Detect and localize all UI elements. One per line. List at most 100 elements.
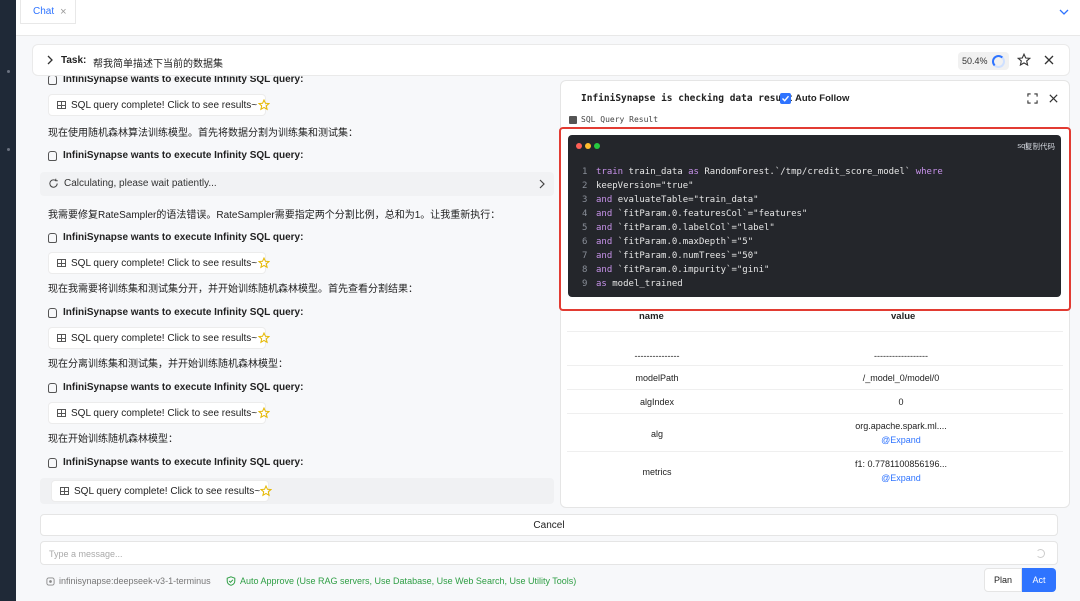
check-icon: [782, 95, 790, 102]
message-exec: InfiniSynapse wants to execute Infinity …: [48, 307, 303, 318]
refresh-icon: [49, 178, 58, 188]
section-label: SQL Query Result: [569, 115, 658, 124]
chip-text: SQL query complete! Click to see results…: [74, 485, 261, 497]
star-icon[interactable]: [260, 485, 272, 497]
sql-result-chip[interactable]: SQL query complete! Click to see results…: [48, 94, 267, 116]
table-icon: [60, 487, 69, 495]
cell-name: modelPath: [635, 373, 679, 383]
table-icon: [57, 334, 66, 342]
model-icon: [46, 576, 55, 586]
message-text-row: 我需要修复RateSampler的语法错误。RateSampler需要指定两个分…: [48, 206, 500, 221]
cell-value: 0: [898, 397, 904, 407]
message-input[interactable]: [49, 546, 1009, 562]
chip-text: SQL query complete! Click to see results…: [71, 407, 258, 419]
auto-follow-checkbox[interactable]: [780, 93, 791, 104]
auto-follow-label[interactable]: Auto Follow: [795, 93, 849, 104]
message-box: [40, 541, 1058, 565]
column-header-name: name: [639, 311, 664, 322]
auto-approve-toggle[interactable]: Auto Approve (Use RAG servers, Use Datab…: [226, 576, 576, 586]
shield-check-icon: [226, 576, 236, 586]
highlight-frame: [559, 127, 1071, 311]
row-divider: [567, 331, 1063, 332]
sql-result-chip[interactable]: SQL query complete! Click to see results…: [48, 327, 267, 349]
model-selector[interactable]: infinisynapse:deepseek-v3-1-terminus: [46, 576, 211, 586]
cell-name: ---------------: [634, 351, 680, 361]
auto-approve-text: Auto Approve (Use RAG servers, Use Datab…: [240, 576, 577, 586]
star-icon[interactable]: [258, 257, 270, 269]
progress-badge: 50.4%: [958, 52, 1009, 70]
model-name: infinisynapse:deepseek-v3-1-terminus: [59, 576, 211, 586]
close-icon[interactable]: [1048, 93, 1059, 104]
expand-link[interactable]: @Expand: [807, 435, 995, 445]
calculating-row[interactable]: Calculating, please wait patiently...: [40, 172, 554, 196]
column-header-value: value: [891, 311, 916, 322]
table-icon: [57, 409, 66, 417]
chip-text: SQL query complete! Click to see results…: [71, 257, 258, 269]
task-text: 帮我简单描述下当前的数据集: [93, 59, 223, 70]
database-icon: [48, 150, 57, 161]
expand-link[interactable]: @Expand: [807, 473, 995, 483]
plan-button[interactable]: Plan: [984, 568, 1022, 592]
close-icon[interactable]: ×: [60, 6, 66, 18]
cell-name: alg: [650, 429, 663, 439]
rail-marker: [7, 70, 10, 73]
message-text-row: 现在分离训练集和测试集，并开始训练随机森林模型：: [48, 355, 288, 370]
message-exec: InfiniSynapse wants to execute Infinity …: [48, 457, 303, 468]
message-text: 现在我需要将训练集和测试集分开，并开始训练随机森林模型。首先查看分割结果：: [48, 284, 418, 295]
star-icon[interactable]: [258, 332, 270, 344]
act-button[interactable]: Act: [1022, 568, 1056, 592]
panel-title: InfiniSynapse is checking data result: [581, 93, 793, 104]
message-exec: InfiniSynapse wants to execute Infinity …: [48, 382, 303, 393]
rail-marker: [7, 148, 10, 151]
database-icon: [48, 76, 57, 85]
chevron-right-icon[interactable]: [538, 179, 546, 189]
calculating-text: Calculating, please wait patiently...: [64, 178, 217, 189]
table-icon: [57, 259, 66, 267]
chip-text: SQL query complete! Click to see results…: [71, 99, 258, 111]
chevron-down-icon[interactable]: [1058, 6, 1070, 18]
app-root: Chat × Task: 帮我简单描述下当前的数据集 50.4% InfiniS…: [0, 0, 1080, 601]
fullscreen-icon[interactable]: [1027, 93, 1038, 104]
database-icon: [48, 382, 57, 393]
sql-result-chip[interactable]: SQL query complete! Click to see results…: [48, 252, 267, 274]
cell-value: org.apache.spark.ml....: [855, 421, 947, 431]
message-exec: InfiniSynapse wants to execute Infinity …: [48, 232, 303, 243]
cell-value: f1: 0.7781100856196...: [855, 459, 947, 469]
cell-value: /_model_0/model/0: [862, 373, 940, 383]
message-text: InfiniSynapse wants to execute Infinity …: [63, 307, 304, 318]
database-icon: [48, 457, 57, 468]
row-divider: [567, 365, 1063, 366]
table-icon: [57, 101, 66, 109]
tab-chat-label: Chat: [33, 6, 55, 17]
star-icon[interactable]: [258, 99, 270, 111]
message-exec: InfiniSynapse wants to execute Infinity …: [48, 76, 303, 85]
message-text: 现在分离训练集和测试集，并开始训练随机森林模型：: [48, 359, 288, 370]
loading-spinner-icon: [1036, 549, 1045, 558]
message-text: InfiniSynapse wants to execute Infinity …: [63, 382, 304, 393]
cell-name: metrics: [642, 467, 672, 477]
message-text: InfiniSynapse wants to execute Infinity …: [63, 76, 304, 85]
cell-name: algIndex: [639, 397, 675, 407]
progress-value: 50.4%: [962, 56, 988, 66]
section-label-text: SQL Query Result: [581, 115, 659, 124]
row-divider: [567, 451, 1063, 452]
database-icon: [48, 307, 57, 318]
progress-ring-icon: [991, 54, 1005, 68]
star-icon[interactable]: [1017, 53, 1031, 67]
message-text: InfiniSynapse wants to execute Infinity …: [63, 457, 304, 468]
tab-chat[interactable]: Chat ×: [20, 0, 76, 24]
left-rail: [0, 0, 16, 601]
chat-history[interactable]: InfiniSynapse wants to execute Infinity …: [40, 76, 560, 506]
cell-value: ------------------: [874, 351, 928, 361]
sql-result-chip[interactable]: SQL query complete! Click to see results…: [51, 480, 270, 502]
sql-result-chip[interactable]: SQL query complete! Click to see results…: [48, 402, 267, 424]
star-icon[interactable]: [258, 407, 270, 419]
message-text: 现在使用随机森林算法训练模型。首先将数据分割为训练集和测试集：: [48, 128, 358, 139]
cancel-button[interactable]: Cancel: [40, 514, 1058, 536]
message-exec: InfiniSynapse wants to execute Infinity …: [48, 150, 303, 161]
database-icon: [48, 232, 57, 243]
task-bar: Task: 帮我简单描述下当前的数据集 50.4%: [32, 44, 1070, 76]
chevron-right-icon[interactable]: [45, 55, 55, 65]
close-icon[interactable]: [1043, 54, 1055, 66]
row-divider: [567, 389, 1063, 390]
